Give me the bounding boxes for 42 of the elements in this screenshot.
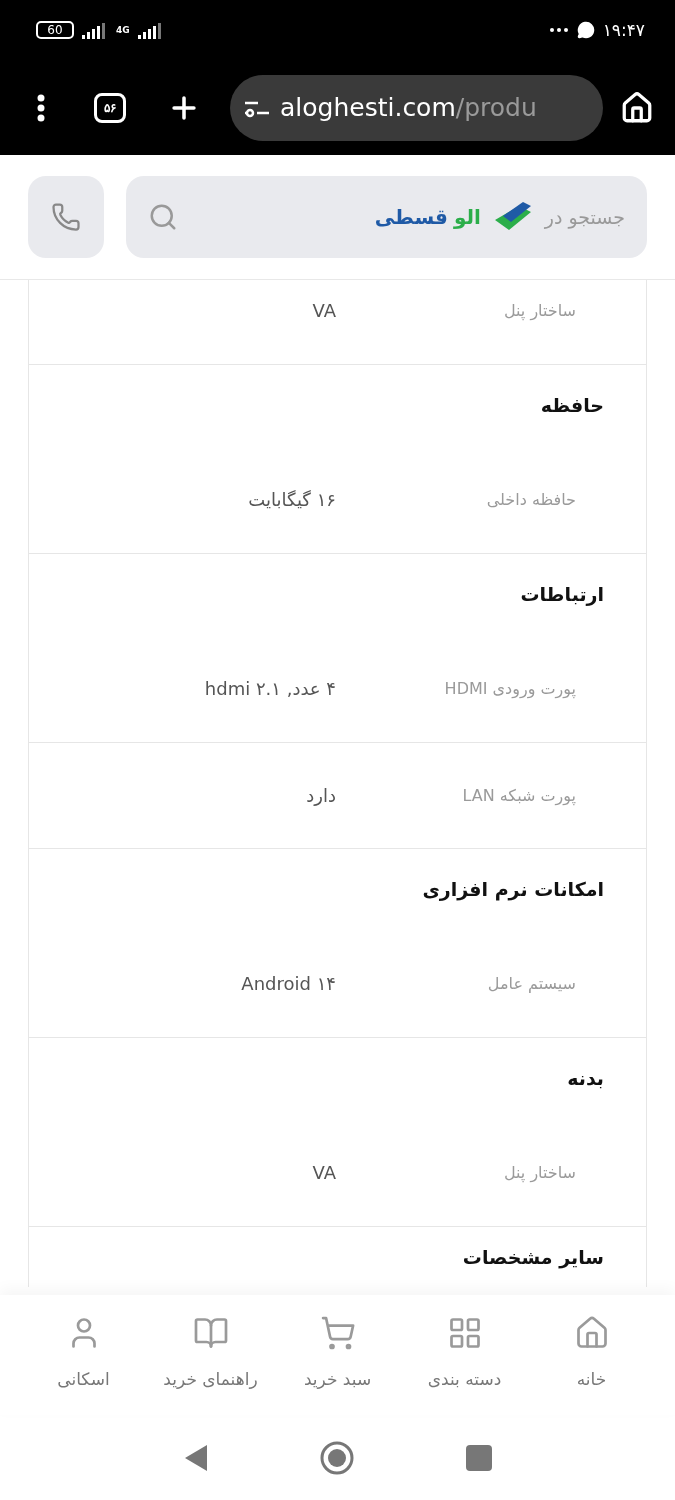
spec-value: دارد bbox=[306, 785, 336, 806]
tab-count-button[interactable]: ۵۶ bbox=[94, 92, 126, 123]
spec-label: حافظه داخلی bbox=[485, 489, 577, 509]
search-placeholder: جستجو در bbox=[544, 206, 625, 228]
section-title: بدنه bbox=[567, 1067, 604, 1089]
section-title: حافظه bbox=[540, 394, 604, 416]
menu-icon bbox=[37, 93, 45, 122]
phone-button[interactable] bbox=[28, 176, 104, 258]
nav-item[interactable]: سبد خرید bbox=[274, 1295, 401, 1415]
nav-item[interactable]: راهنمای خرید bbox=[147, 1295, 274, 1415]
dots-icon bbox=[548, 27, 569, 33]
chat-bubble-icon bbox=[576, 21, 595, 39]
battery-icon: 60 bbox=[36, 21, 74, 39]
home-icon bbox=[620, 90, 654, 125]
spec-value: ۱۶ گیگابایت bbox=[248, 488, 336, 510]
spec-value: VA bbox=[312, 1161, 336, 1183]
phone-icon bbox=[51, 202, 81, 232]
nav-item[interactable]: دسته بندی bbox=[401, 1295, 528, 1415]
section-title: ارتباطات bbox=[520, 583, 604, 605]
spec-label: ساختار پنل bbox=[502, 1162, 577, 1182]
address-bar[interactable]: aloghesti.com/produ bbox=[230, 74, 603, 141]
spec-label: پورت شبکه LAN bbox=[461, 786, 577, 805]
signal-icon bbox=[137, 21, 164, 39]
nav-item[interactable]: خانه bbox=[528, 1295, 655, 1415]
spec-label: ساختار پنل bbox=[502, 300, 577, 320]
section-title: امکانات نرم افزاری bbox=[422, 878, 604, 900]
nav-item[interactable]: اسکانی bbox=[20, 1295, 147, 1415]
spec-label: پورت ورودی HDMI bbox=[443, 678, 577, 698]
spec-value: ۴ عدد, hdmi ۲.۱ bbox=[204, 677, 336, 699]
cart-icon bbox=[319, 1315, 356, 1351]
url-text: aloghesti.com/produ bbox=[280, 93, 537, 122]
clock-time: ۱۹:۴۷ bbox=[602, 20, 645, 40]
search-icon bbox=[148, 202, 178, 232]
spec-value: Android ۱۴ bbox=[241, 972, 336, 994]
section-title: سایر مشخصات bbox=[462, 1246, 604, 1268]
logo-text: الو قسطی bbox=[374, 205, 481, 229]
signal-icon bbox=[82, 21, 108, 39]
spec-value: VA bbox=[312, 299, 336, 321]
recents-button[interactable] bbox=[464, 1443, 493, 1472]
spec-label: سیستم عامل bbox=[486, 973, 577, 993]
network-type: 4G bbox=[116, 25, 130, 35]
search-field[interactable]: جستجو در الو قسطی bbox=[126, 176, 647, 258]
